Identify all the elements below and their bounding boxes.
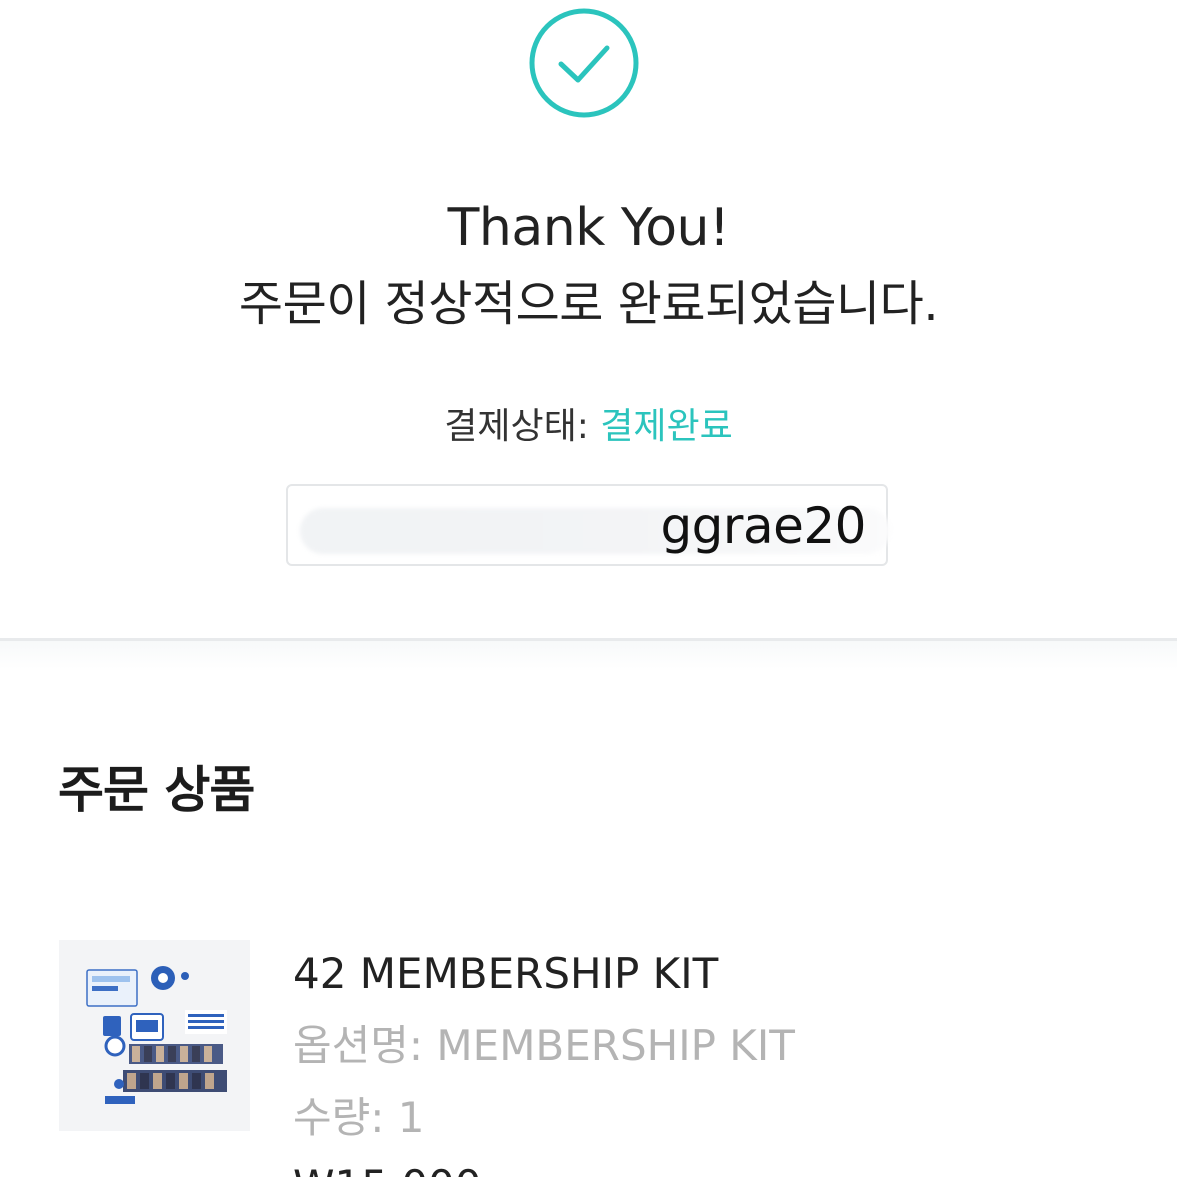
product-option: 옵션명: MEMBERSHIP KIT — [293, 1021, 795, 1070]
product-quantity: 수량: 1 — [293, 1093, 425, 1142]
payment-status-value: 결제완료 — [600, 406, 733, 447]
product-price: W15,000 — [293, 1158, 482, 1177]
ordered-items-heading: 주문 상품 — [58, 761, 255, 819]
order-complete-page: Thank You! 주문이 정상적으로 완료되었습니다. 결제상태: 결제완료… — [0, 0, 1177, 1177]
product-thumbnail[interactable] — [59, 940, 250, 1131]
product-name[interactable]: 42 MEMBERSHIP KIT — [293, 946, 718, 1002]
thank-you-title: Thank You! — [447, 198, 730, 258]
order-number-box: ggrae20 — [286, 484, 890, 566]
payment-status: 결제상태: 결제완료 — [0, 402, 1177, 452]
section-separator-band — [0, 641, 1177, 669]
order-complete-message: 주문이 정상적으로 완료되었습니다. — [238, 276, 939, 332]
payment-status-label: 결제상태: — [444, 406, 589, 447]
order-number-text: ggrae20 — [660, 497, 866, 555]
check-circle-icon — [529, 8, 639, 118]
